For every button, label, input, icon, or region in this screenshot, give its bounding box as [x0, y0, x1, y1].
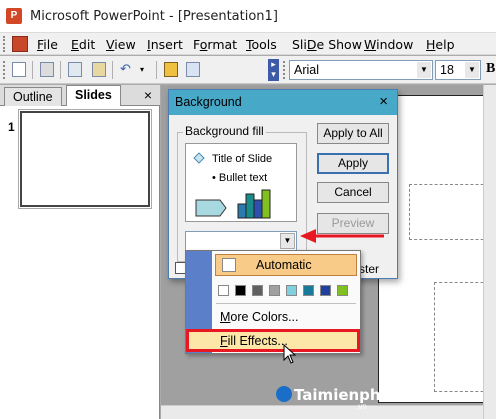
preview-title-text: Title of Slide: [212, 153, 273, 165]
document-icon[interactable]: [12, 36, 28, 52]
chart-icon[interactable]: [164, 62, 178, 77]
preview-graphic: [195, 189, 271, 219]
color-swatch[interactable]: [235, 285, 246, 296]
color-swatch[interactable]: [269, 285, 280, 296]
print-icon[interactable]: [40, 62, 54, 77]
menu-view[interactable]: View: [106, 37, 136, 52]
diamond-bullet-icon: [193, 152, 205, 164]
standard-toolbar: ↶ ▾ Arial ▼ 18 ▼ B: [0, 56, 496, 84]
menu-tools[interactable]: Tools: [246, 37, 277, 52]
dialog-titlebar[interactable]: Background ×: [169, 90, 397, 115]
more-colors-option[interactable]: More Colors...: [220, 310, 299, 324]
watermark-brand: Taimienphi: [294, 386, 386, 404]
menu-edit[interactable]: Edit: [71, 37, 95, 52]
toolbar-separator: [156, 61, 157, 79]
horizontal-scrollbar[interactable]: [161, 405, 483, 419]
apply-to-all-button[interactable]: Apply to All: [317, 123, 389, 144]
font-size-select[interactable]: 18 ▼: [435, 60, 481, 80]
background-preview: Title of Slide • Bullet text: [185, 143, 297, 222]
mouse-cursor-icon: [283, 344, 297, 364]
chevron-down-icon[interactable]: ▼: [465, 62, 479, 78]
dropdown-separator: [216, 303, 356, 304]
undo-dropdown-icon[interactable]: ▾: [140, 62, 154, 77]
color-swatch[interactable]: [218, 285, 229, 296]
paste-icon[interactable]: [92, 62, 106, 77]
slide-thumbnail[interactable]: [18, 109, 152, 209]
menubar-grip[interactable]: [3, 36, 6, 52]
menu-window[interactable]: Window: [364, 37, 413, 52]
menu-insert[interactable]: Insert: [147, 37, 183, 52]
automatic-color-option[interactable]: Automatic: [215, 254, 357, 276]
preview-bar: [261, 189, 271, 219]
cancel-button[interactable]: Cancel: [317, 182, 389, 203]
watermark-logo: Taimienphi .vn: [276, 386, 386, 411]
color-swatch[interactable]: [252, 285, 263, 296]
fill-effects-label: Fill Effects...: [220, 334, 288, 348]
toolbar-grip[interactable]: [283, 61, 286, 79]
toolbar-separator: [60, 61, 61, 79]
toolbar-separator: [112, 61, 113, 79]
toolbar-grip[interactable]: [3, 61, 6, 79]
color-swatch[interactable]: [303, 285, 314, 296]
menu-slide-show[interactable]: SliDe Show: [292, 37, 362, 52]
slide-number: 1: [8, 120, 15, 134]
color-dropdown-menu: Automatic More Colors... Fill Effects...: [185, 250, 361, 354]
fill-effects-option[interactable]: Fill Effects...: [186, 329, 360, 352]
table-icon[interactable]: [186, 62, 200, 77]
fill-color-combo[interactable]: ▼: [185, 231, 297, 251]
automatic-swatch: [222, 258, 236, 272]
preview-bar: [253, 199, 263, 219]
watermark-suffix: .vn: [356, 402, 367, 411]
menu-file[interactable]: File: [37, 37, 58, 52]
window-title: Microsoft PowerPoint - [Presentation1]: [30, 9, 278, 24]
tab-outline[interactable]: Outline: [4, 87, 62, 106]
powerpoint-icon: P: [6, 8, 22, 24]
annotation-arrow-icon: [300, 229, 384, 243]
close-icon[interactable]: ×: [144, 87, 152, 103]
pane-tabs: Outline Slides ×: [0, 85, 160, 106]
background-fill-label: Background fill: [183, 124, 266, 138]
toolbar-overflow-icon[interactable]: ▸ ▾: [268, 59, 279, 81]
menu-help[interactable]: Help: [426, 37, 455, 52]
toolbar-separator: [32, 61, 33, 79]
copy-icon[interactable]: [68, 62, 82, 77]
preview-bullet-text: • Bullet text: [212, 172, 268, 184]
omit-master-graphics-label: ster: [359, 262, 380, 276]
color-swatch[interactable]: [337, 285, 348, 296]
preview-bar: [237, 203, 247, 219]
color-swatch[interactable]: [320, 285, 331, 296]
chevron-down-icon[interactable]: ▼: [417, 62, 431, 78]
tab-slides[interactable]: Slides: [66, 85, 121, 106]
preview-bar: [245, 193, 255, 219]
window-titlebar: P Microsoft PowerPoint - [Presentation1]: [0, 0, 496, 33]
menu-format[interactable]: Format: [193, 37, 237, 52]
color-swatch[interactable]: [286, 285, 297, 296]
close-icon[interactable]: ×: [379, 93, 388, 110]
automatic-label: Automatic: [256, 258, 312, 272]
new-icon[interactable]: [12, 62, 26, 77]
vertical-scrollbar[interactable]: [483, 85, 496, 419]
undo-icon[interactable]: ↶: [120, 62, 134, 77]
slides-pane: Outline Slides × 1: [0, 85, 160, 419]
apply-button[interactable]: Apply: [317, 153, 389, 174]
brand-logo-icon: [276, 386, 292, 402]
chevron-down-icon[interactable]: ▼: [280, 233, 295, 249]
menu-bar: File Edit View Insert Format Tools SliDe…: [0, 33, 496, 55]
bold-icon[interactable]: B: [486, 62, 496, 77]
font-name-select[interactable]: Arial ▼: [289, 60, 433, 80]
preview-arrow-shape: [195, 199, 227, 217]
dialog-title: Background: [175, 95, 242, 109]
